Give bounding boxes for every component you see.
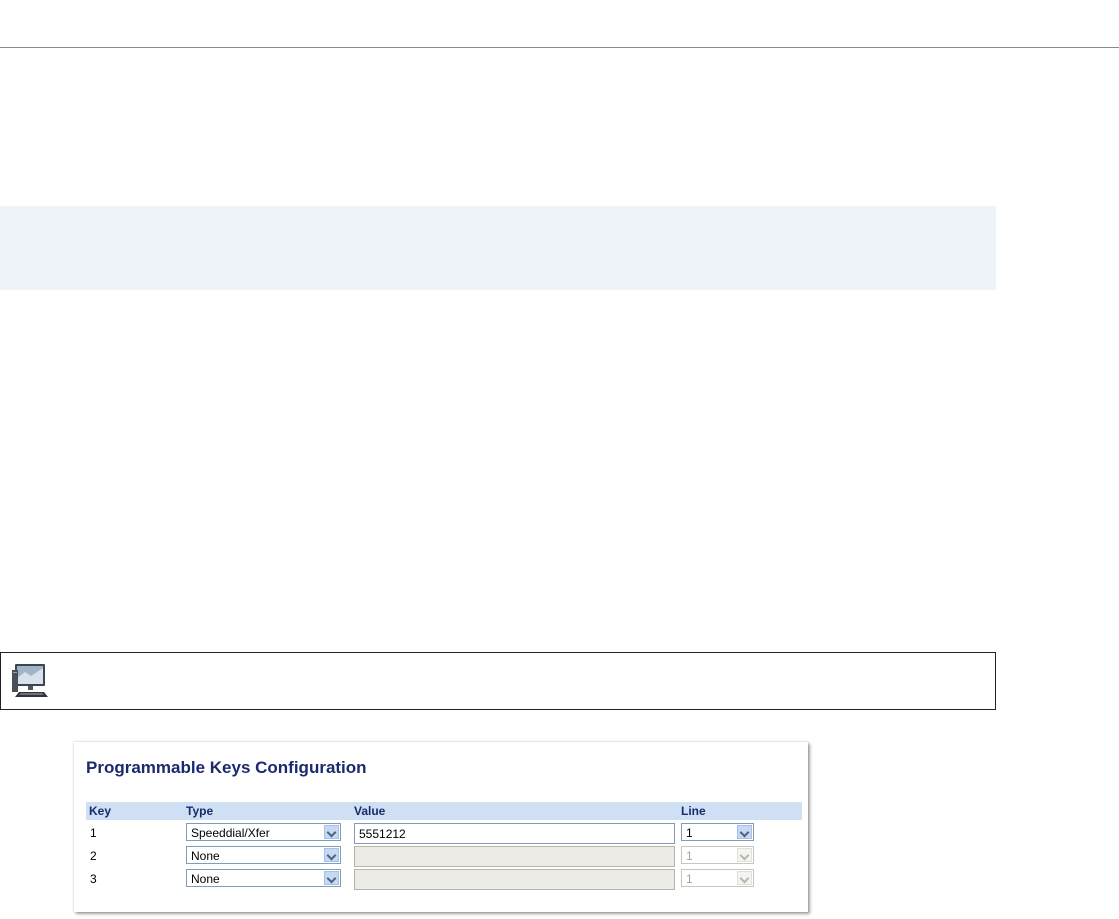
keys-table: Key Type Value Line 1 Speeddial/Xfer 1 2…	[86, 802, 802, 890]
chevron-down-icon[interactable]	[324, 848, 339, 862]
column-header-value: Value	[354, 804, 386, 818]
top-divider	[0, 47, 1119, 48]
type-select[interactable]: None	[186, 869, 341, 887]
key-number: 1	[90, 826, 97, 840]
line-select-value: 1	[686, 849, 693, 863]
panel-title: Programmable Keys Configuration	[86, 758, 367, 777]
table-header: Key Type Value Line	[86, 802, 802, 820]
line-select-value: 1	[686, 826, 693, 840]
chevron-down-icon	[737, 848, 752, 862]
value-input[interactable]	[354, 823, 675, 844]
line-select[interactable]: 1	[681, 823, 754, 841]
type-select-value: None	[191, 849, 220, 863]
column-header-type: Type	[186, 804, 214, 818]
column-header-key: Key	[89, 804, 112, 818]
column-header-line: Line	[681, 804, 706, 818]
line-select: 1	[681, 846, 754, 864]
computer-monitor-icon	[12, 664, 48, 697]
webui-note-box	[0, 652, 996, 710]
type-select[interactable]: Speeddial/Xfer	[186, 823, 341, 841]
chevron-down-icon	[737, 871, 752, 885]
info-band	[0, 206, 996, 290]
type-select[interactable]: None	[186, 846, 341, 864]
key-number: 3	[90, 872, 97, 886]
type-select-value: None	[191, 872, 220, 886]
chevron-down-icon[interactable]	[324, 825, 339, 839]
programmable-keys-panel: Programmable Keys Configuration Key Type…	[74, 742, 808, 912]
value-input	[354, 869, 675, 890]
chevron-down-icon[interactable]	[324, 871, 339, 885]
key-number: 2	[90, 849, 97, 863]
table-row: 1 Speeddial/Xfer 1	[86, 820, 802, 844]
line-select: 1	[681, 869, 754, 887]
value-input	[354, 846, 675, 867]
table-row: 2 None 1	[86, 843, 802, 867]
type-select-value: Speeddial/Xfer	[191, 826, 270, 840]
chevron-down-icon[interactable]	[737, 825, 752, 839]
table-row: 3 None 1	[86, 866, 802, 890]
line-select-value: 1	[686, 872, 693, 886]
